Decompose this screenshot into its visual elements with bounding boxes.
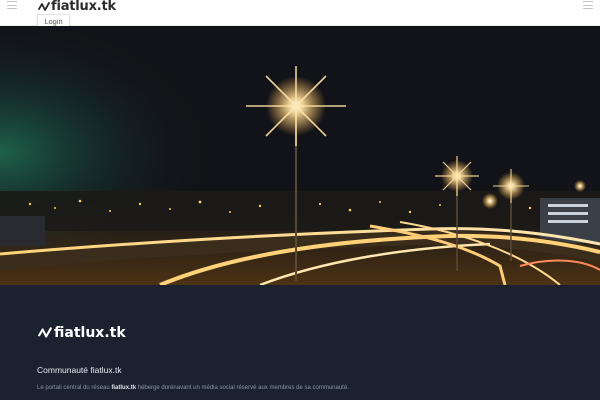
site-logo[interactable]: fiatlux.tk bbox=[38, 0, 116, 14]
footer-description: Le portail central du réseau fiatlux.tk … bbox=[37, 385, 349, 391]
top-header: fiatlux.tk bbox=[0, 0, 600, 26]
footer-desc-brand: fiatlux.tk bbox=[111, 385, 137, 391]
site-footer: fiatlux.tk Communauté fiatlux.tk Le port… bbox=[0, 285, 600, 400]
hero-image bbox=[0, 26, 600, 285]
footer-desc-end: héberge dorénavant un média social réser… bbox=[136, 385, 349, 391]
brand-name: fiatlux.tk bbox=[51, 0, 116, 14]
footer-desc-start: Le portail central du réseau bbox=[37, 385, 112, 391]
footer-brand-name: fiatlux.tk bbox=[54, 325, 126, 341]
footer-logo[interactable]: fiatlux.tk bbox=[38, 325, 126, 341]
logo-wave-icon bbox=[38, 2, 50, 11]
footer-title: Communauté fiatlux.tk bbox=[37, 365, 122, 375]
night-city-photo bbox=[0, 26, 600, 285]
hamburger-menu-icon[interactable] bbox=[7, 1, 17, 9]
logo-wave-icon bbox=[38, 327, 52, 338]
hamburger-menu-icon-right[interactable] bbox=[583, 1, 593, 9]
